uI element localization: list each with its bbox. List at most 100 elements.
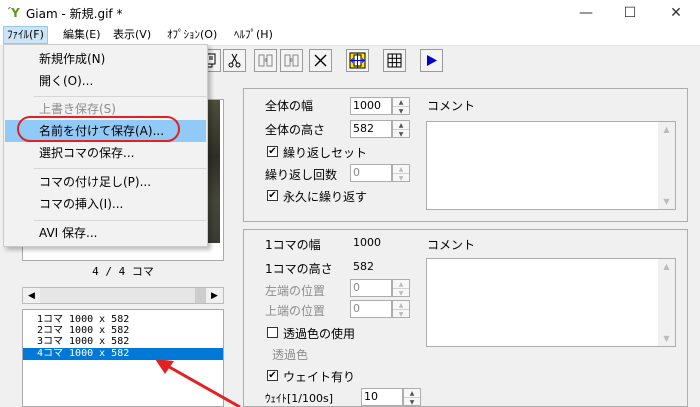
grid-button[interactable] — [383, 49, 406, 72]
checkmark-icon: ✔ — [268, 189, 277, 201]
comment-scrollbar[interactable]: ▲ ▼ — [658, 122, 675, 209]
insert-frame-icon — [258, 54, 273, 67]
wait-label: ウェイト有り — [283, 370, 356, 384]
global-comment-textarea[interactable]: ▲ ▼ — [426, 121, 676, 210]
spin-down-icon: ▼ — [398, 289, 404, 297]
wait-time-label: ｳｪｲﾄ[1/100s] — [265, 392, 334, 405]
transparent-color-swatch-label: 透過色 — [272, 348, 309, 362]
spin-down-icon: ▼ — [398, 107, 404, 115]
global-height-field[interactable]: 582 — [350, 120, 392, 138]
frame-top-spinner[interactable]: ▲ ▼ — [392, 300, 410, 318]
spin-down-icon: ▼ — [398, 130, 404, 138]
maximize-button[interactable]: ☐ — [608, 0, 652, 25]
loop-set-checkbox[interactable]: ✔ — [267, 146, 278, 157]
comment-scrollbar[interactable]: ▲ ▼ — [658, 259, 675, 346]
annotation-highlight-ellipse — [17, 116, 180, 142]
scroll-left-button[interactable]: ◀ — [23, 288, 40, 303]
scroll-down-icon: ▼ — [663, 334, 670, 343]
loop-count-label: 繰り返し回数 — [265, 168, 338, 182]
window-title: Giam - 新規.gif * — [26, 7, 123, 21]
cut-button[interactable] — [223, 49, 246, 72]
frame-comment-textarea[interactable]: ▲ ▼ — [426, 258, 676, 347]
loop-forever-label: 永久に繰り返す — [283, 190, 368, 204]
frame-top-field[interactable]: 0 — [350, 300, 392, 318]
menu-item-append-frames[interactable]: コマの付け足し(P)... — [5, 171, 206, 193]
global-width-field[interactable]: 1000 — [350, 97, 392, 115]
checkmark-icon: ✔ — [268, 145, 277, 157]
frame-comment-label: コメント — [427, 238, 476, 252]
frame-top-label: 上端の位置 — [265, 304, 326, 318]
play-icon — [427, 55, 437, 66]
menu-help[interactable]: ﾍﾙﾌﾟ(H) — [231, 27, 276, 43]
transparent-color-checkbox[interactable] — [267, 327, 278, 338]
frame-width-value: 1000 — [350, 234, 392, 252]
menu-separator — [34, 168, 206, 169]
arrow-right-icon: ▶ — [211, 290, 218, 301]
frame-left-label: 左端の位置 — [265, 284, 326, 298]
minimize-button[interactable]: — — [564, 0, 608, 25]
menu-item-save-avi[interactable]: AVI 保存... — [5, 222, 206, 244]
annotation-arrow-icon — [155, 359, 241, 407]
menu-separator — [34, 220, 206, 221]
wait-time-field[interactable]: 10 — [361, 388, 403, 406]
checkmark-icon: ✔ — [268, 369, 277, 381]
loop-forever-checkbox[interactable]: ✔ — [267, 190, 278, 201]
spin-up-icon: ▲ — [393, 121, 409, 130]
menu-options[interactable]: ｵﾌﾟｼｮﾝ(O) — [164, 27, 220, 43]
frame-left-field[interactable]: 0 — [350, 279, 392, 297]
spin-up-icon: ▲ — [393, 98, 409, 107]
resize-frame-button[interactable] — [346, 49, 369, 72]
menu-item-new[interactable]: 新規作成(N) — [5, 48, 206, 70]
frame-counter: 4 / 4 コマ — [92, 265, 154, 278]
spin-up-icon: ▲ — [393, 280, 409, 289]
spin-down-icon: ▼ — [398, 174, 404, 182]
play-button[interactable] — [420, 49, 443, 72]
spin-up-icon: ▲ — [393, 301, 409, 310]
menu-edit[interactable]: 編集(E) — [60, 27, 104, 43]
insert-frame-button[interactable] — [254, 49, 277, 72]
svg-text:Ύ: Ύ — [7, 6, 20, 19]
menu-item-open[interactable]: 開く(O)... — [5, 70, 206, 92]
file-menu-dropdown: 新規作成(N) 開く(O)... 上書き保存(S) 名前を付けて保存(A)...… — [3, 44, 208, 247]
loop-count-spinner[interactable]: ▲ ▼ — [392, 164, 410, 182]
loop-count-field[interactable]: 0 — [350, 164, 392, 182]
spin-down-icon: ▼ — [398, 310, 404, 318]
menu-item-insert-frames[interactable]: コマの挿入(I)... — [5, 193, 206, 215]
remove-frame-button[interactable] — [280, 49, 303, 72]
loop-set-label: 繰り返しセット — [283, 146, 368, 160]
cut-icon — [228, 53, 241, 68]
transparent-color-label: 透過色の使用 — [283, 327, 356, 341]
spin-up-icon: ▲ — [404, 389, 420, 398]
wait-time-spinner[interactable]: ▲ ▼ — [403, 388, 421, 406]
global-comment-label: コメント — [427, 99, 476, 113]
delete-button[interactable] — [309, 49, 332, 72]
frame-height-label: 1コマの高さ — [265, 262, 333, 276]
title-bar[interactable]: Ύ Giam - 新規.gif * — ☐ ✕ — [0, 0, 700, 25]
menu-bar: ﾌｧｲﾙ(F) 編集(E) 表示(V) ｵﾌﾟｼｮﾝ(O) ﾍﾙﾌﾟ(H) — [0, 25, 700, 46]
spin-down-icon: ▼ — [409, 398, 415, 406]
grid-icon — [387, 53, 402, 68]
wait-checkbox[interactable]: ✔ — [267, 370, 278, 381]
delete-icon — [314, 54, 327, 67]
global-height-label: 全体の高さ — [265, 123, 326, 137]
menu-file[interactable]: ﾌｧｲﾙ(F) — [3, 26, 48, 44]
close-button[interactable]: ✕ — [654, 0, 698, 25]
horizontal-scrollbar[interactable]: ◀ ▶ — [22, 287, 224, 304]
global-width-spinner[interactable]: ▲ ▼ — [392, 97, 410, 115]
frame-left-spinner[interactable]: ▲ ▼ — [392, 279, 410, 297]
scroll-up-icon: ▲ — [663, 262, 670, 271]
frame-list-item[interactable]: 3コマ 1000 x 582 — [23, 336, 223, 348]
menu-separator — [34, 96, 206, 97]
menu-view[interactable]: 表示(V) — [110, 27, 154, 43]
menu-item-save-selected-frames[interactable]: 選択コマの保存... — [5, 142, 206, 164]
scroll-up-icon: ▲ — [663, 125, 670, 134]
resize-frame-icon — [349, 52, 366, 69]
global-width-label: 全体の幅 — [265, 99, 314, 113]
arrow-left-icon: ◀ — [28, 290, 35, 301]
frame-width-label: 1コマの幅 — [265, 238, 321, 252]
scroll-right-button[interactable]: ▶ — [206, 288, 223, 303]
spin-up-icon: ▲ — [393, 165, 409, 174]
remove-frame-icon — [284, 54, 299, 67]
scroll-down-icon: ▼ — [663, 197, 670, 206]
global-height-spinner[interactable]: ▲ ▼ — [392, 120, 410, 138]
